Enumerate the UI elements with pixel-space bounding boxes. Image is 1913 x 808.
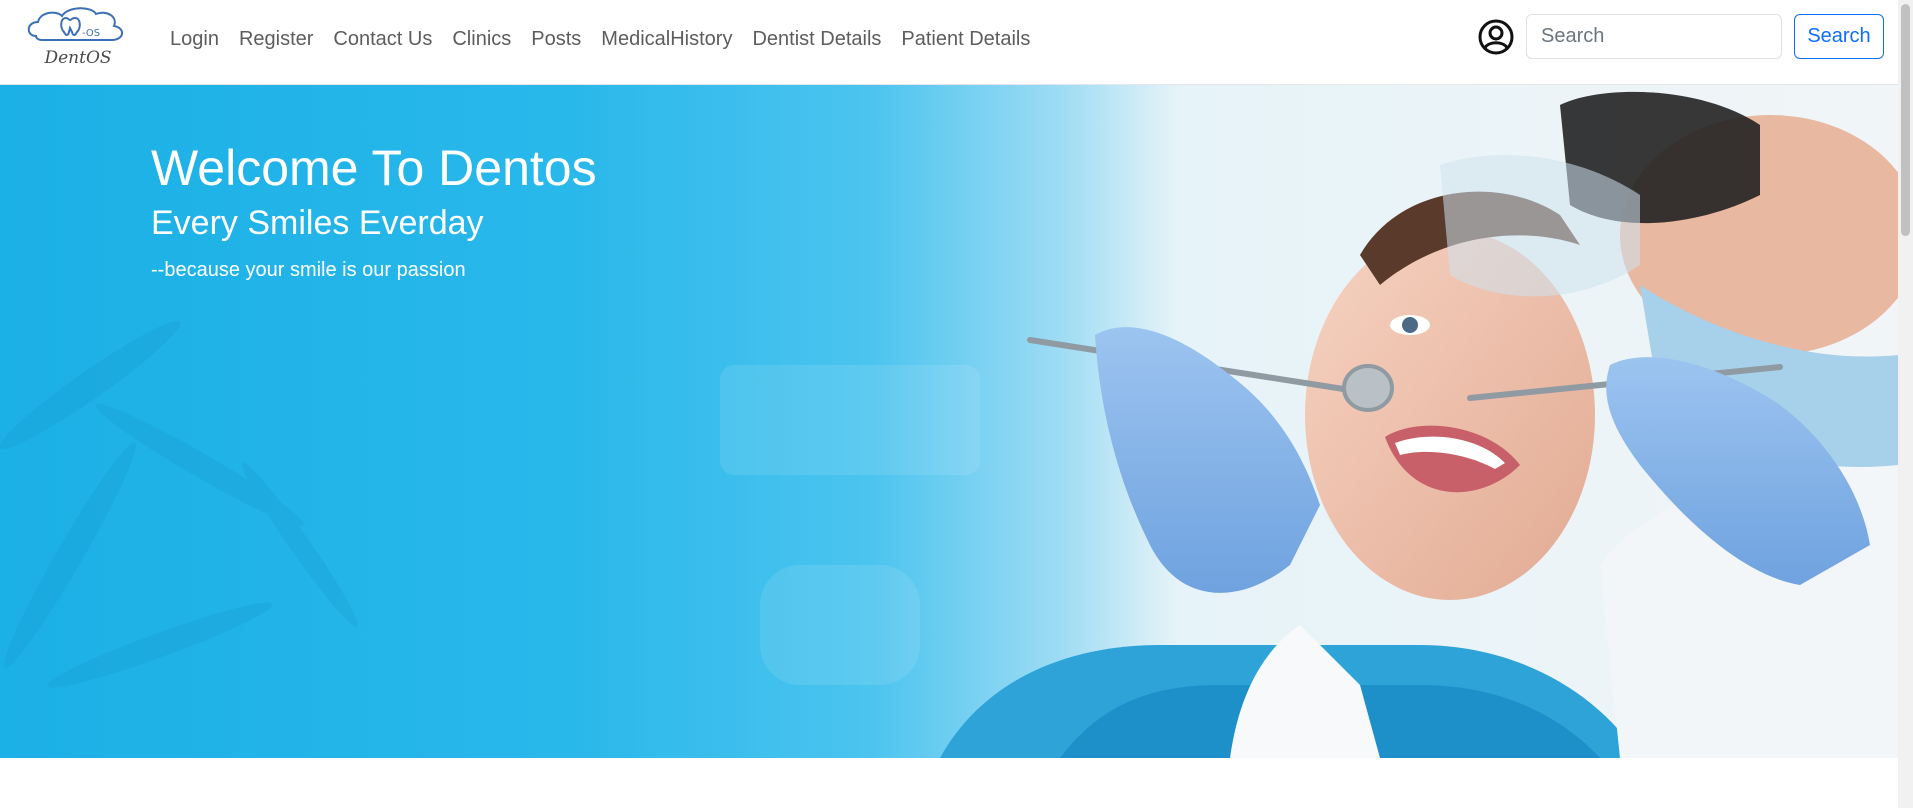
page: -OS DentOS Login Register Contact Us Cli… [0, 0, 1898, 808]
nav-contact-us[interactable]: Contact Us [323, 28, 442, 51]
nav-medical-history[interactable]: MedicalHistory [591, 28, 742, 51]
nav-register[interactable]: Register [229, 28, 323, 51]
nav-patient-details[interactable]: Patient Details [891, 28, 1040, 51]
nav-dentist-details[interactable]: Dentist Details [742, 28, 891, 51]
nav-links: Login Register Contact Us Clinics Posts … [160, 0, 1040, 78]
search-button[interactable]: Search [1794, 14, 1884, 59]
hero-banner: Welcome To Dentos Every Smiles Everday -… [0, 85, 1898, 758]
nav-clinics[interactable]: Clinics [442, 28, 521, 51]
nav-posts[interactable]: Posts [521, 28, 591, 51]
hero-tagline: --because your smile is our passion [151, 259, 466, 281]
scrollbar-thumb[interactable] [1901, 4, 1910, 236]
hero-text: Welcome To Dentos Every Smiles Everday -… [151, 141, 597, 282]
brand-logo[interactable]: -OS DentOS [22, 6, 134, 70]
search-input[interactable] [1526, 14, 1782, 59]
navbar: -OS DentOS Login Register Contact Us Cli… [0, 0, 1898, 85]
vertical-scrollbar[interactable] [1898, 0, 1913, 808]
user-circle-icon[interactable] [1478, 19, 1514, 55]
hero-title: Welcome To Dentos [151, 140, 597, 196]
nav-login[interactable]: Login [160, 28, 229, 51]
hero-subtitle: Every Smiles Everday [151, 204, 484, 242]
svg-text:-OS: -OS [82, 28, 100, 39]
brand-name: DentOS [44, 48, 112, 68]
